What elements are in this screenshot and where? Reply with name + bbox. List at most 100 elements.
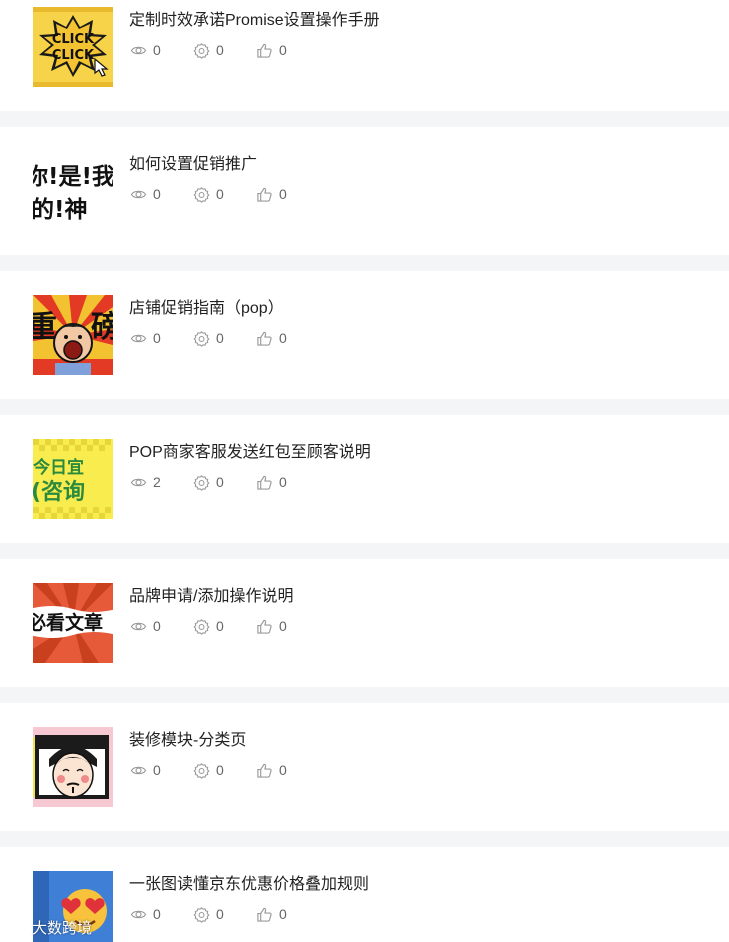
share-count-value: 0 xyxy=(216,330,224,346)
like-count-value: 0 xyxy=(279,618,287,634)
watermark-text: 大数跨境 xyxy=(32,919,93,937)
view-count-value: 0 xyxy=(153,186,161,202)
thumbs-up-icon xyxy=(257,619,272,634)
thumbs-up-icon xyxy=(257,907,272,922)
article-item[interactable]: 今日宜 (咨询 POP商家客服发送红包至顾客说明 2 0 0 xyxy=(0,415,729,543)
share-count[interactable]: 0 xyxy=(193,760,224,780)
article-list: CLICK CLICK 定制时效承诺Promise设置操作手册 0 0 0 你!… xyxy=(0,0,729,942)
article-title[interactable]: 一张图读懂京东优惠价格叠加规则 xyxy=(129,875,369,895)
article-item[interactable]: CLICK CLICK 定制时效承诺Promise设置操作手册 0 0 0 xyxy=(0,0,729,111)
share-count-value: 0 xyxy=(216,762,224,778)
thumb-text: 今日宜 xyxy=(33,457,84,478)
article-item[interactable]: 一张图读懂京东优惠价格叠加规则 0 0 0 xyxy=(0,847,729,942)
view-count: 0 xyxy=(130,616,161,636)
like-count[interactable]: 0 xyxy=(256,616,287,636)
view-count-value: 0 xyxy=(153,618,161,634)
like-count[interactable]: 0 xyxy=(256,760,287,780)
gear-icon xyxy=(193,474,210,491)
thumb-text: 你!是!我 xyxy=(33,164,113,190)
share-count[interactable]: 0 xyxy=(193,472,224,492)
eye-icon xyxy=(130,622,147,630)
view-count: 0 xyxy=(130,328,161,348)
eye-icon xyxy=(130,478,147,486)
article-item[interactable]: 重 磅 店铺促销指南（pop） 0 0 0 xyxy=(0,271,729,399)
view-count: 0 xyxy=(130,904,161,924)
article-thumbnail[interactable]: 重 磅 xyxy=(33,295,113,375)
thumbs-up-icon xyxy=(257,763,272,778)
article-item[interactable]: 你!是!我 的!神 如何设置促销推广 0 0 0 xyxy=(0,127,729,255)
gear-icon xyxy=(193,618,210,635)
article-title[interactable]: 定制时效承诺Promise设置操作手册 xyxy=(129,11,380,31)
gear-icon xyxy=(193,330,210,347)
article-thumbnail[interactable] xyxy=(33,727,113,807)
share-count[interactable]: 0 xyxy=(193,184,224,204)
like-count-value: 0 xyxy=(279,762,287,778)
gear-icon xyxy=(193,762,210,779)
today-consult-icon: 今日宜 (咨询 xyxy=(33,439,113,519)
like-count-value: 0 xyxy=(279,186,287,202)
article-thumbnail[interactable]: 你!是!我 的!神 xyxy=(33,151,113,231)
thumb-text: (咨询 xyxy=(33,479,85,505)
thumbs-up-icon xyxy=(257,331,272,346)
like-count-value: 0 xyxy=(279,330,287,346)
share-count-value: 0 xyxy=(216,186,224,202)
share-count[interactable]: 0 xyxy=(193,904,224,924)
article-title[interactable]: 品牌申请/添加操作说明 xyxy=(129,587,293,607)
eye-icon xyxy=(130,766,147,774)
thumb-text: CLICK xyxy=(52,48,95,63)
like-count-value: 0 xyxy=(279,474,287,490)
eye-icon xyxy=(130,910,147,918)
article-thumbnail[interactable]: CLICK CLICK xyxy=(33,7,113,87)
like-count[interactable]: 0 xyxy=(256,904,287,924)
thumbs-up-icon xyxy=(257,187,272,202)
share-count-value: 0 xyxy=(216,618,224,634)
gear-icon xyxy=(193,906,210,923)
brand-logo-icon xyxy=(6,922,27,933)
click-click-comic-icon: CLICK CLICK xyxy=(33,7,113,87)
thumb-text: 磅 xyxy=(91,310,113,345)
share-count-value: 0 xyxy=(216,906,224,922)
article-item[interactable]: 必看文章 品牌申请/添加操作说明 0 0 0 xyxy=(0,559,729,687)
share-count[interactable]: 0 xyxy=(193,616,224,636)
eye-icon xyxy=(130,190,147,198)
eye-icon xyxy=(130,334,147,342)
article-item[interactable]: 装修模块-分类页 0 0 0 xyxy=(0,703,729,831)
like-count[interactable]: 0 xyxy=(256,328,287,348)
article-title[interactable]: POP商家客服发送红包至顾客说明 xyxy=(129,443,371,463)
like-count-value: 0 xyxy=(279,906,287,922)
article-title[interactable]: 装修模块-分类页 xyxy=(129,731,246,751)
view-count-value: 0 xyxy=(153,762,161,778)
view-count-value: 2 xyxy=(153,474,161,490)
gear-icon xyxy=(193,186,210,203)
view-count: 2 xyxy=(130,472,161,492)
screaming-cartoon-icon: 重 磅 xyxy=(33,295,113,375)
thumbs-up-icon xyxy=(257,475,272,490)
must-read-article-icon: 必看文章 xyxy=(33,583,113,663)
like-count[interactable]: 0 xyxy=(256,472,287,492)
comic-text-icon: 你!是!我 的!神 xyxy=(33,151,113,231)
share-count-value: 0 xyxy=(216,42,224,58)
share-count-value: 0 xyxy=(216,474,224,490)
view-count-value: 0 xyxy=(153,330,161,346)
thumbs-up-icon xyxy=(257,43,272,58)
article-title[interactable]: 如何设置促销推广 xyxy=(129,155,257,175)
share-count[interactable]: 0 xyxy=(193,328,224,348)
gear-icon xyxy=(193,42,210,59)
cartoon-face-icon xyxy=(33,727,113,807)
like-count[interactable]: 0 xyxy=(256,184,287,204)
article-thumbnail[interactable]: 今日宜 (咨询 xyxy=(33,439,113,519)
like-count-value: 0 xyxy=(279,42,287,58)
share-count[interactable]: 0 xyxy=(193,40,224,60)
view-count-value: 0 xyxy=(153,42,161,58)
thumb-text: 必看文章 xyxy=(33,611,103,634)
view-count-value: 0 xyxy=(153,906,161,922)
like-count[interactable]: 0 xyxy=(256,40,287,60)
article-thumbnail[interactable]: 必看文章 xyxy=(33,583,113,663)
watermark: 大数跨境 xyxy=(4,916,92,938)
view-count: 0 xyxy=(130,760,161,780)
thumb-text: CLICK xyxy=(52,32,95,47)
view-count: 0 xyxy=(130,40,161,60)
view-count: 0 xyxy=(130,184,161,204)
article-title[interactable]: 店铺促销指南（pop） xyxy=(129,299,284,319)
eye-icon xyxy=(130,46,147,54)
